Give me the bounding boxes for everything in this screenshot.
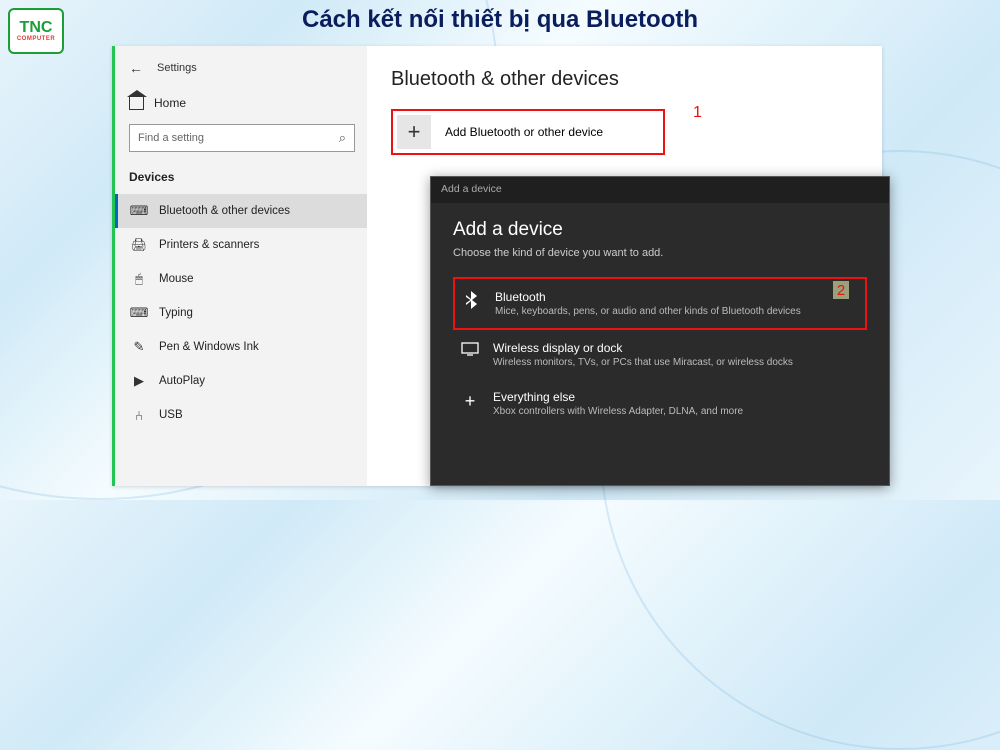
option-title: Everything else bbox=[493, 390, 743, 404]
dialog-option-display[interactable]: Wireless display or dock Wireless monitor… bbox=[453, 330, 867, 379]
nav-icon: ⌨ bbox=[131, 204, 147, 218]
sidebar-item-3[interactable]: ⌨ Typing bbox=[115, 296, 367, 330]
option-desc: Wireless monitors, TVs, or PCs that use … bbox=[493, 357, 793, 368]
search-placeholder: Find a setting bbox=[138, 132, 204, 144]
nav-label: Printers & scanners bbox=[159, 239, 259, 251]
search-input[interactable]: Find a setting ⌕ bbox=[129, 124, 355, 152]
nav-label: Pen & Windows Ink bbox=[159, 341, 259, 353]
nav-label: Typing bbox=[159, 307, 193, 319]
home-icon bbox=[129, 97, 144, 110]
settings-sidebar: ← Settings Home Find a setting ⌕ Devices… bbox=[115, 46, 367, 486]
add-device-label: Add Bluetooth or other device bbox=[445, 125, 603, 139]
add-device-button[interactable]: + Add Bluetooth or other device bbox=[391, 109, 665, 155]
dialog-titlebar: Add a device bbox=[431, 177, 889, 203]
nav-icon: 🖨 bbox=[131, 238, 147, 252]
nav-label: AutoPlay bbox=[159, 375, 205, 387]
nav-label: Bluetooth & other devices bbox=[159, 205, 290, 217]
dialog-heading: Add a device bbox=[453, 219, 867, 241]
plus-icon: + bbox=[397, 115, 431, 149]
nav-label: USB bbox=[159, 409, 183, 421]
sidebar-item-5[interactable]: ▶ AutoPlay bbox=[115, 364, 367, 398]
sidebar-item-2[interactable]: 🖱 Mouse bbox=[115, 262, 367, 296]
nav-icon: ⑃ bbox=[131, 408, 147, 422]
bluetooth-icon bbox=[463, 291, 481, 313]
annotation-1: 1 bbox=[693, 104, 702, 122]
annotation-2: 2 bbox=[833, 281, 849, 299]
add-device-dialog: Add a device Add a device Choose the kin… bbox=[430, 176, 890, 486]
sidebar-item-4[interactable]: ✎ Pen & Windows Ink bbox=[115, 330, 367, 364]
search-icon: ⌕ bbox=[339, 130, 346, 146]
plus-icon: + bbox=[461, 391, 479, 412]
sidebar-item-1[interactable]: 🖨 Printers & scanners bbox=[115, 228, 367, 262]
nav-label: Mouse bbox=[159, 273, 194, 285]
main-heading: Bluetooth & other devices bbox=[391, 68, 858, 91]
page-title: Cách kết nối thiết bị qua Bluetooth bbox=[0, 6, 1000, 34]
back-icon[interactable]: ← bbox=[129, 60, 143, 76]
home-label: Home bbox=[154, 96, 186, 110]
option-title: Wireless display or dock bbox=[493, 341, 793, 355]
nav-icon: ⌨ bbox=[131, 306, 147, 320]
option-desc: Xbox controllers with Wireless Adapter, … bbox=[493, 406, 743, 417]
category-header: Devices bbox=[115, 164, 367, 194]
window-title: Settings bbox=[157, 62, 197, 74]
nav-icon: ▶ bbox=[131, 374, 147, 388]
sidebar-item-home[interactable]: Home bbox=[115, 80, 367, 124]
nav-icon: 🖱 bbox=[131, 272, 147, 286]
dialog-option-plus[interactable]: + Everything else Xbox controllers with Wi… bbox=[453, 379, 867, 428]
nav-icon: ✎ bbox=[131, 340, 147, 354]
dialog-option-bluetooth[interactable]: Bluetooth Mice, keyboards, pens, or audio… bbox=[453, 277, 867, 330]
option-desc: Mice, keyboards, pens, or audio and othe… bbox=[495, 306, 801, 317]
dialog-subheading: Choose the kind of device you want to ad… bbox=[453, 247, 867, 259]
sidebar-item-0[interactable]: ⌨ Bluetooth & other devices bbox=[115, 194, 367, 228]
sidebar-item-6[interactable]: ⑃ USB bbox=[115, 398, 367, 432]
option-title: Bluetooth bbox=[495, 290, 801, 304]
display-icon bbox=[461, 342, 479, 360]
